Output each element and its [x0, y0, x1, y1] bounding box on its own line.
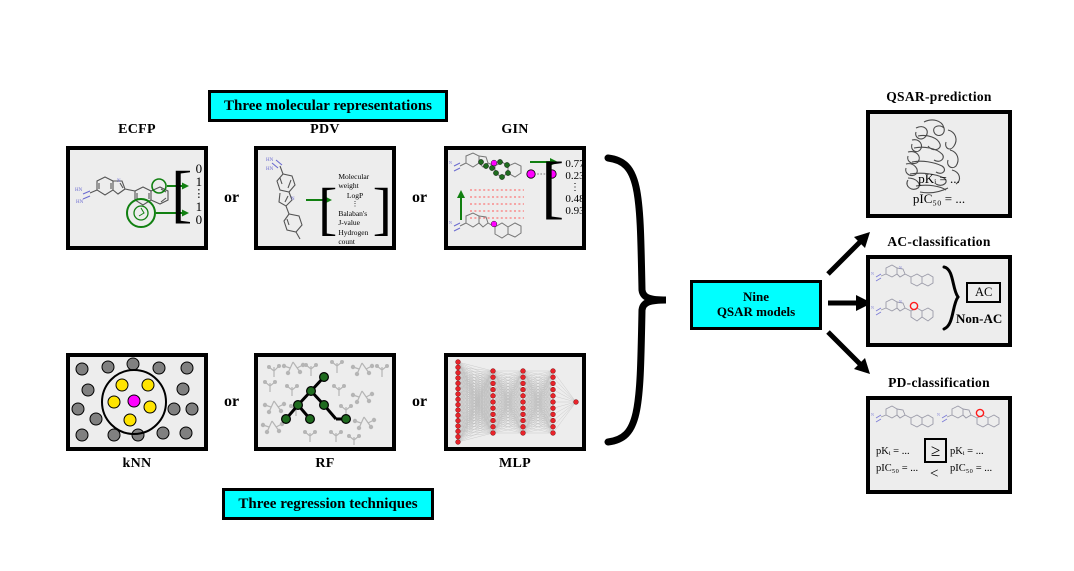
mlp-diagram [455, 359, 579, 445]
ecfp-vector-value: 1 [195, 174, 203, 190]
svg-text:N: N [291, 197, 295, 202]
gin-vector: [ 0.77 0.23 ⋮ 0.48 0.93 ] [541, 148, 585, 226]
mlp-panel [444, 353, 586, 451]
svg-text:HN: HN [266, 158, 274, 163]
figure-canvas: Three molecular representations ECFP HN … [0, 0, 1074, 571]
pd-operator: < [930, 466, 938, 483]
pdv-vector-value: Balaban's J-value [338, 208, 368, 228]
pd-left-line: pIC₅₀ = ... [876, 462, 919, 474]
pdv-panel: HN HN N [ Molecular weight LogP ⋮ Balaba… [254, 146, 396, 250]
pd-left-values: pKᵢ = ... pIC₅₀ = ... [876, 444, 918, 478]
pd-operator-boxed-symbol: ≥ [931, 441, 941, 460]
svg-text:N: N [871, 271, 874, 276]
svg-text:N: N [871, 412, 874, 417]
svg-text:N: N [899, 265, 902, 270]
qsar-prediction-values: pKᵢ = ... pIC₅₀ = ... [870, 169, 1008, 209]
nine-qsar-models-line2: QSAR models [716, 304, 796, 319]
or-separator-pdv-gin: or [412, 189, 428, 206]
svg-text:N: N [449, 160, 452, 165]
pd-classification-label: PD-classification [888, 375, 990, 390]
ecfp-vector-value: 0 [195, 211, 203, 227]
pd-left-line: pKᵢ = ... [876, 446, 910, 457]
nine-qsar-models-box: Nine QSAR models [690, 280, 822, 330]
ecfp-vector-value: 1 [195, 198, 203, 214]
gin-vector-value: 0.93 [565, 205, 585, 218]
ac-classification-panel: N N N N AC Non-AC [866, 255, 1012, 347]
knn-label: kNN [122, 456, 152, 471]
banner-molecular-representations-label: Three molecular representations [223, 97, 433, 114]
svg-text:N: N [449, 220, 452, 225]
pd-right-line: pKᵢ = ... [950, 446, 984, 457]
ac-class-boxed-label: AC [975, 285, 993, 299]
svg-text:N: N [117, 179, 121, 184]
or-separator-ecfp-pdv: or [224, 189, 240, 206]
banner-molecular-representations: Three molecular representations [208, 90, 448, 122]
svg-text:N: N [871, 305, 874, 310]
mlp-label: MLP [498, 456, 531, 471]
pdv-vector-ellipsis: ⋮ [351, 200, 359, 209]
qsar-prediction-panel: pKᵢ = ... pIC₅₀ = ... [866, 110, 1012, 218]
svg-text:N: N [937, 412, 940, 417]
gin-vector-value: 0.23 [565, 170, 585, 183]
pd-right-values: pKᵢ = ... pIC₅₀ = ... [950, 444, 992, 478]
gin-label: GIN [501, 122, 529, 137]
bracket-right: ] [372, 176, 392, 242]
pd-operator-boxed: ≥ [924, 438, 948, 464]
pdv-label: PDV [310, 122, 340, 137]
ac-classification-label: AC-classification [887, 234, 991, 249]
banner-regression-techniques: Three regression techniques [222, 488, 434, 520]
or-separator-rf-mlp: or [412, 393, 428, 410]
bracket-left: [ [318, 176, 338, 242]
pdv-vector: [ Molecular weight LogP ⋮ Balaban's J-va… [318, 172, 392, 246]
knn-panel [66, 353, 208, 451]
or-separator-knn-rf: or [224, 393, 240, 410]
ac-class-boxed: AC [966, 282, 1002, 303]
ecfp-panel: HN HN N [ 0 1 ⋮ 1 0 [66, 146, 208, 250]
ecfp-vector-value: 0 [195, 161, 203, 176]
svg-text:N: N [899, 299, 902, 304]
rf-label: RF [315, 456, 335, 471]
pdv-vector-value: Molecular weight [338, 172, 370, 191]
knn-diagram [71, 357, 199, 442]
bracket-left: [ [541, 148, 565, 226]
svg-text:HN: HN [75, 188, 83, 193]
rf-panel [254, 353, 396, 451]
pdv-vector-value: Hydrogen count [338, 227, 369, 246]
bracket-right: ] [205, 168, 208, 220]
bracket-left: [ [171, 157, 193, 229]
pd-classification-panel: N N pKᵢ = ... pIC₅₀ = ... pKᵢ = ... pIC₅… [866, 396, 1012, 494]
nine-qsar-models-line1: Nine [743, 289, 769, 305]
ecfp-vector: [ 0 1 ⋮ 1 0 ] [171, 157, 208, 229]
rf-diagram [260, 359, 389, 445]
gin-vector-value: 0.48 [565, 193, 585, 206]
non-ac-class-label: Non-AC [956, 311, 1003, 326]
pdv-vector-value: LogP [346, 190, 364, 200]
pd-operator-symbol: < [930, 466, 939, 482]
banner-regression-techniques-label: Three regression techniques [238, 495, 418, 512]
gin-vector-ellipsis: ⋮ [569, 182, 580, 194]
pd-right-line: pIC₅₀ = ... [950, 462, 993, 474]
gin-vector-value: 0.77 [565, 158, 585, 170]
aggregation-brace [604, 154, 667, 446]
svg-text:HN: HN [266, 167, 274, 172]
qsar-prediction-line: pIC₅₀ = ... [912, 191, 966, 207]
ecfp-label: ECFP [118, 122, 156, 137]
gin-panel: N N [0.77 0.23 ⋮ 0.48 0.93 [444, 146, 586, 250]
qsar-prediction-label: QSAR-prediction [886, 89, 992, 104]
svg-text:HN: HN [76, 200, 84, 205]
qsar-prediction-line: pKᵢ = ... [918, 171, 960, 186]
